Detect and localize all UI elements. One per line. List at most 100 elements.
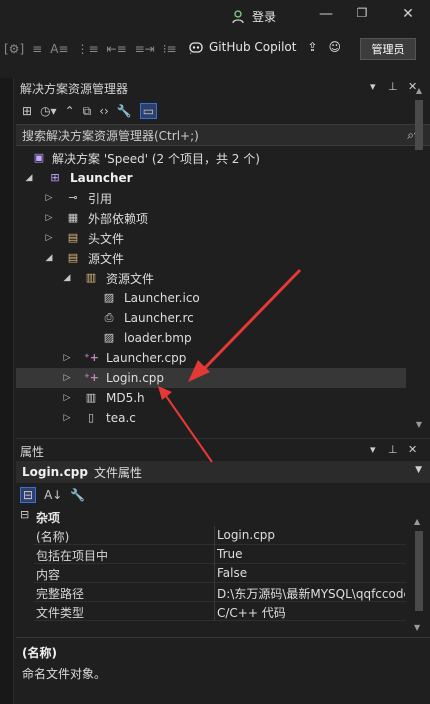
- tree-item-label: 解决方案 'Speed' (2 个项目，共 2 个): [52, 151, 260, 166]
- solution-explorer-panel: 解决方案资源管理器 ▾ ⊥ ✕ ⊞ ◷▾ ⌃ ⧉ ‹› 🔧 ▭ 搜索解决方案资源…: [16, 78, 430, 432]
- font-size-icon[interactable]: A≡: [50, 42, 68, 56]
- property-description: (名称) 命名文件对象。: [16, 637, 430, 704]
- alphabetical-icon[interactable]: A↓: [44, 488, 62, 502]
- expanded-arrow-icon[interactable]: ◢: [24, 173, 34, 183]
- folder-icon: ▤: [67, 251, 79, 264]
- indent-increase-icon[interactable]: ≡⇥: [135, 42, 155, 56]
- header-file-icon: ▥: [85, 391, 97, 404]
- property-value[interactable]: Login.cpp: [217, 528, 405, 542]
- close-icon[interactable]: ✕: [398, 6, 418, 22]
- tree-item-loader-bmp[interactable]: ▨ loader.bmp: [16, 328, 406, 348]
- github-copilot-button[interactable]: GitHub Copilot ⇪ ☺: [188, 40, 341, 54]
- collapsed-arrow-icon[interactable]: ▷: [44, 233, 54, 243]
- panel-options-icon[interactable]: ▾: [370, 443, 376, 456]
- tree-item-project[interactable]: ◢ ⊞ Launcher: [16, 168, 406, 188]
- category-collapse-icon[interactable]: ⊟: [20, 508, 29, 521]
- property-row[interactable]: (名称) Login.cpp: [34, 526, 406, 545]
- collapsed-arrow-icon[interactable]: ▷: [44, 193, 54, 203]
- search-placeholder: 搜索解决方案资源管理器(Ctrl+;): [22, 128, 199, 143]
- scrollbar-thumb[interactable]: [415, 100, 423, 150]
- collapsed-arrow-icon[interactable]: ▷: [44, 213, 54, 223]
- expanded-arrow-icon[interactable]: ◢: [62, 273, 72, 283]
- scroll-down-icon[interactable]: ▼: [414, 623, 420, 632]
- collapsed-arrow-icon[interactable]: ▷: [62, 373, 72, 383]
- solution-search-input[interactable]: 搜索解决方案资源管理器(Ctrl+;) ⌕▾: [16, 124, 430, 146]
- tree-item-external-deps[interactable]: ▷ ▦ 外部依赖项: [16, 208, 406, 228]
- collapsed-arrow-icon[interactable]: ▷: [62, 393, 72, 403]
- image-file-icon: ▨: [103, 291, 115, 304]
- property-value[interactable]: True: [217, 547, 405, 561]
- property-row[interactable]: 完整路径 D:\东万源码\最新MYSQL\qqfccode: [34, 583, 406, 602]
- share-icon[interactable]: ⇪: [307, 40, 317, 54]
- properties-toolbar: ⊟ A↓ 🔧: [16, 483, 430, 507]
- comment-icon[interactable]: ⁝≡: [163, 42, 177, 56]
- property-divider: [214, 545, 215, 564]
- pending-changes-icon[interactable]: ◷▾: [40, 104, 57, 118]
- admin-badge[interactable]: 管理员: [360, 38, 416, 60]
- solution-tree-scrollbar[interactable]: ▲ ▼: [414, 86, 424, 432]
- scroll-up-icon[interactable]: ▲: [414, 86, 424, 95]
- tree-item-label: Launcher.ico: [124, 291, 200, 305]
- scroll-down-icon[interactable]: ▼: [414, 420, 424, 429]
- show-all-files-icon[interactable]: ⧉: [83, 104, 92, 119]
- property-value[interactable]: D:\东万源码\最新MYSQL\qqfccode: [217, 585, 405, 602]
- restore-icon[interactable]: ❐: [352, 6, 372, 20]
- pin-icon[interactable]: ⊥: [388, 80, 398, 93]
- indent-decrease-icon[interactable]: ⇤≡: [107, 42, 127, 56]
- tree-item-resource-files[interactable]: ◢ ▥ 资源文件: [16, 268, 406, 288]
- property-value[interactable]: False: [217, 566, 405, 580]
- properties-object-selector[interactable]: Login.cpp 文件属性 ▼: [16, 461, 430, 483]
- property-row[interactable]: 文件类型 C/C++ 代码: [34, 602, 406, 621]
- tree-item-launcher-rc[interactable]: ⎙ Launcher.rc: [16, 308, 406, 328]
- toolbar-bracket-icon[interactable]: [⚙]: [4, 42, 24, 56]
- property-category[interactable]: ⊟ 杂项: [16, 507, 406, 525]
- cpp-file-icon: ⁺+: [84, 371, 100, 384]
- tree-item-source-files[interactable]: ◢ ▤ 源文件: [16, 248, 406, 268]
- property-value[interactable]: C/C++ 代码: [217, 604, 405, 621]
- panel-close-icon[interactable]: ✕: [408, 443, 417, 456]
- tree-item-launcher-cpp[interactable]: ▷ ⁺+ Launcher.cpp: [16, 348, 406, 368]
- categorized-icon[interactable]: ⊟: [20, 487, 37, 503]
- panel-options-icon[interactable]: ▾: [370, 80, 376, 93]
- tree-item-label: Launcher: [70, 171, 133, 185]
- scroll-up-icon[interactable]: ▲: [414, 517, 420, 526]
- folder-icon: ▤: [67, 231, 79, 244]
- solution-explorer-toolbar: ⊞ ◷▾ ⌃ ⧉ ‹› 🔧 ▭: [16, 98, 430, 124]
- property-row[interactable]: 包括在项目中 True: [34, 545, 406, 564]
- tree-item-tea-c[interactable]: ▷ ▯ tea.c: [16, 408, 406, 428]
- tree-item-login-cpp[interactable]: ▷ ⁺+ Login.cpp: [16, 368, 406, 388]
- property-divider: [214, 526, 215, 545]
- tree-item-md5-h[interactable]: ▷ ▥ MD5.h: [16, 388, 406, 408]
- scrollbar-thumb[interactable]: [415, 531, 423, 611]
- login-label: 登录: [252, 10, 277, 24]
- selected-object-kind: 文件属性: [94, 465, 143, 480]
- format-icon[interactable]: ≡: [32, 42, 42, 56]
- tree-item-header-files[interactable]: ▷ ▤ 头文件: [16, 228, 406, 248]
- tree-item-solution[interactable]: ▣ 解决方案 'Speed' (2 个项目，共 2 个): [16, 148, 406, 168]
- feedback-icon[interactable]: ☺: [329, 40, 342, 54]
- align-icon[interactable]: ⋮≡: [76, 42, 98, 56]
- properties-panel: 属性 ▾ ⊥ ✕ Login.cpp 文件属性 ▼ ⊟ A↓ 🔧 ⊟ 杂项 (名…: [16, 438, 430, 704]
- property-row[interactable]: 内容 False: [34, 564, 406, 583]
- tree-item-launcher-ico[interactable]: ▨ Launcher.ico: [16, 288, 406, 308]
- login-button[interactable]: 登录: [232, 8, 276, 25]
- expanded-arrow-icon[interactable]: ◢: [44, 253, 54, 263]
- code-icon[interactable]: ‹›: [99, 104, 109, 118]
- properties-wrench-icon[interactable]: 🔧: [117, 104, 132, 118]
- property-pages-icon[interactable]: 🔧: [70, 488, 85, 502]
- property-name: (名称): [36, 530, 70, 544]
- collapsed-arrow-icon[interactable]: ▷: [62, 353, 72, 363]
- collapse-all-icon[interactable]: ⌃: [65, 104, 75, 118]
- preview-selected-icon[interactable]: ▭: [139, 103, 158, 119]
- chevron-down-icon[interactable]: ▼: [415, 465, 422, 475]
- c-file-icon: ▯: [87, 411, 95, 424]
- tree-item-references[interactable]: ▷ ⊸ 引用: [16, 188, 406, 208]
- description-text: 命名文件对象。: [22, 667, 107, 681]
- property-grid-scrollbar[interactable]: ▲ ▼: [414, 517, 424, 635]
- switch-views-icon[interactable]: ⊞: [22, 104, 32, 118]
- minimize-icon[interactable]: —: [316, 6, 336, 22]
- tree-item-label: tea.c: [106, 411, 136, 425]
- pin-icon[interactable]: ⊥: [388, 443, 398, 456]
- collapsed-arrow-icon[interactable]: ▷: [62, 413, 72, 423]
- resource-file-icon: ⎙: [104, 311, 114, 324]
